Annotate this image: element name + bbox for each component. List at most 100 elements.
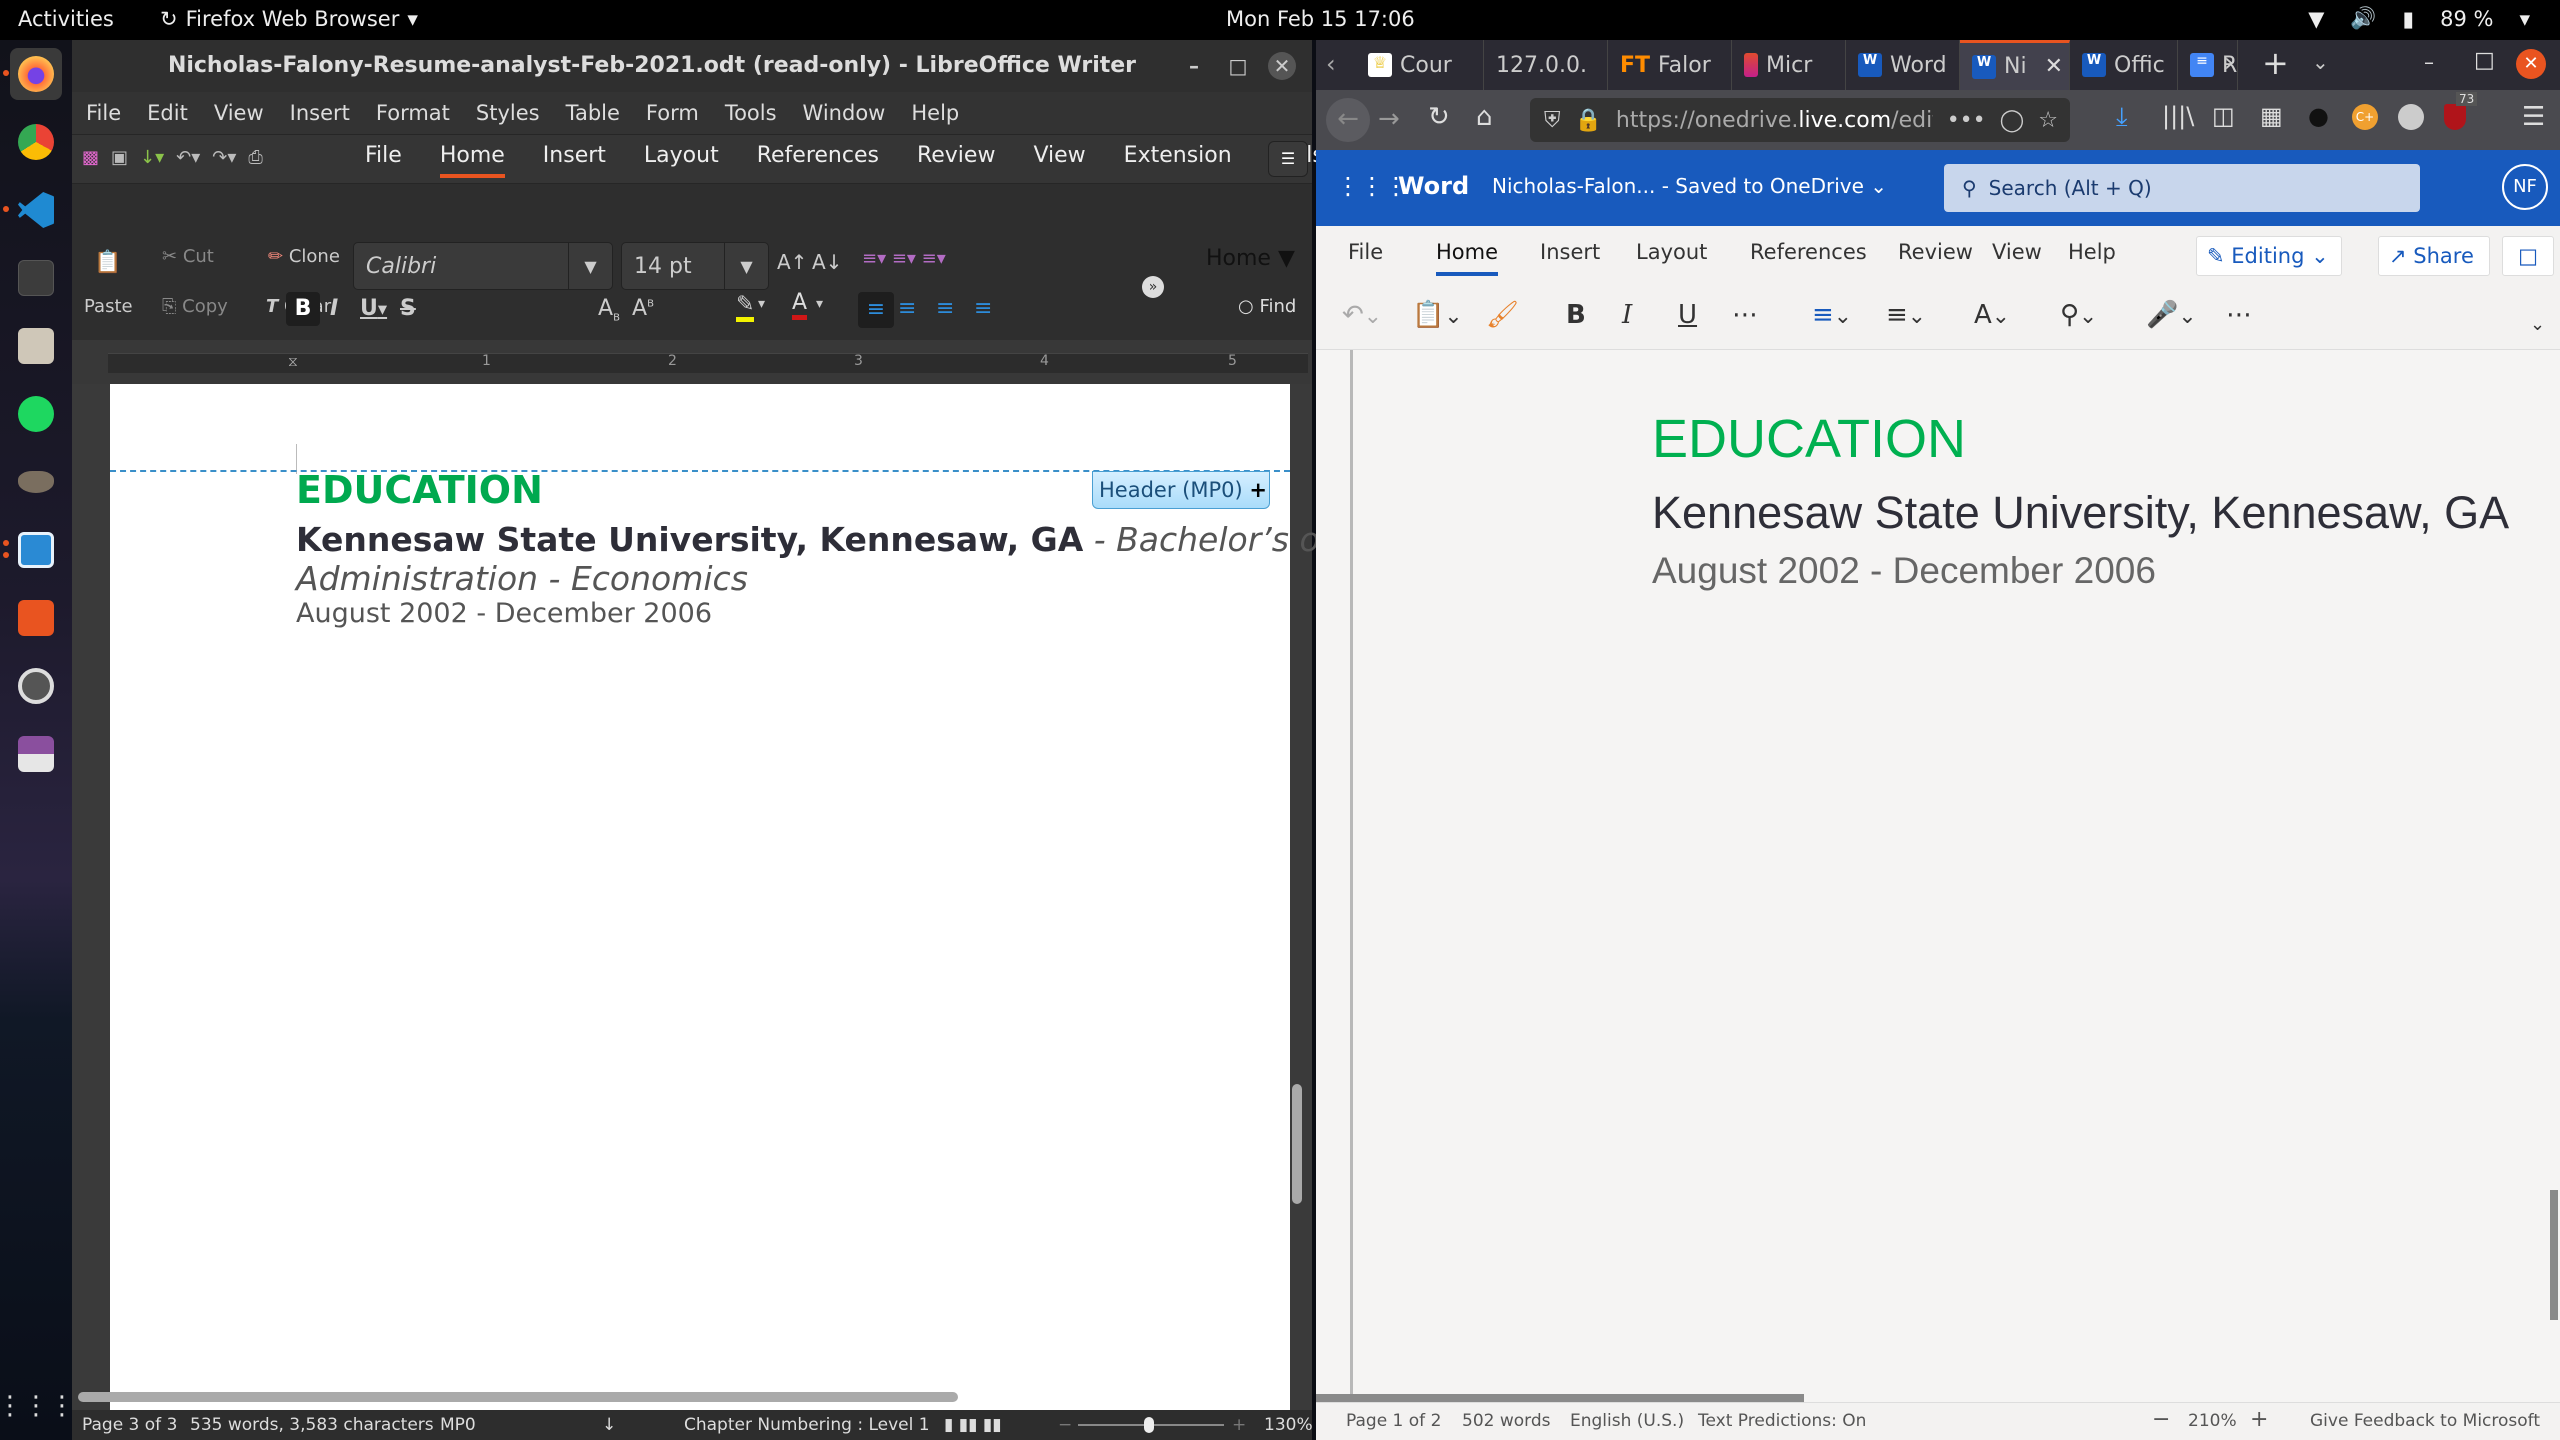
window-titlebar[interactable]: Nicholas-Falony-Resume-analyst-Feb-2021.… (72, 40, 1312, 92)
menu-table[interactable]: Table (566, 101, 620, 125)
dock-terminal[interactable] (10, 252, 62, 304)
clone-button[interactable]: ✏ Clone (268, 246, 340, 267)
zoom-in-button[interactable]: + (1232, 1415, 1246, 1435)
indent-marker[interactable]: ⧖ (288, 354, 298, 370)
list-all-tabs-button[interactable]: ⌄ (2312, 50, 2329, 74)
word-count[interactable]: 535 words, 3,583 characters (190, 1415, 434, 1435)
view-layout-icons[interactable]: ▮ ▮▮ ▮▮ (944, 1415, 1002, 1435)
editing-mode-button[interactable]: ✎ Editing ⌄ (2196, 236, 2342, 276)
zoom-in-button[interactable]: + (2250, 1407, 2268, 1432)
zoom-level[interactable]: 210% (2188, 1411, 2237, 1431)
cut-button[interactable]: ✂ Cut (162, 246, 214, 267)
word-app-name[interactable]: Word (1398, 172, 1469, 200)
vertical-scrollbar[interactable] (2550, 1190, 2558, 1320)
dock-files[interactable] (10, 320, 62, 372)
dock-firefox[interactable] (10, 48, 62, 100)
menu-file[interactable]: File (86, 101, 121, 125)
zoom-out-button[interactable]: − (2152, 1407, 2170, 1432)
align-center-button[interactable]: ≡ (898, 296, 916, 321)
find-button[interactable]: ○ Find (1238, 296, 1296, 317)
tab-review[interactable]: Review (1898, 240, 1973, 264)
styles-button[interactable]: A⌄ (1974, 300, 2010, 330)
paste-button[interactable]: Paste (84, 296, 133, 317)
copy-doc-icon[interactable]: ▣ (111, 147, 128, 168)
more-options-button[interactable]: ⋯ (2226, 300, 2252, 330)
menu-format[interactable]: Format (376, 101, 450, 125)
reload-button[interactable]: ↻ (1428, 102, 1450, 132)
tab-layout[interactable]: Layout (644, 143, 719, 178)
dock-spotify[interactable] (10, 388, 62, 440)
bullets-button[interactable]: ≡⌄ (1812, 300, 1852, 330)
browser-tab[interactable]: 127.0.0. (1484, 40, 1608, 90)
menu-help[interactable]: Help (911, 101, 959, 125)
bookmark-star-icon[interactable]: ☆ (2038, 108, 2070, 133)
format-painter-icon[interactable]: 🖌 (1486, 300, 1519, 330)
tab-layout[interactable]: Layout (1636, 240, 1707, 264)
clipboard-button[interactable]: 📋⌄ (1412, 300, 1463, 330)
scroll-tabs-left[interactable]: ‹ (1326, 50, 1336, 78)
back-button[interactable]: ← (1326, 98, 1370, 142)
tab-review[interactable]: Review (917, 143, 996, 178)
tab-view[interactable]: View (1033, 143, 1085, 178)
menu-styles[interactable]: Styles (476, 101, 540, 125)
find-button[interactable]: ⚲⌄ (2060, 300, 2097, 330)
shield-icon[interactable]: ⛨ (1544, 108, 1561, 133)
tab-insert[interactable]: Insert (543, 143, 606, 178)
undo-button[interactable]: ↶⌄ (1342, 300, 1382, 330)
italic-button[interactable]: I (1622, 300, 1632, 330)
tab-insert[interactable]: Insert (1540, 240, 1600, 264)
forward-button[interactable]: → (1378, 104, 1400, 134)
document-title[interactable]: Nicholas-Falon... - Saved to OneDrive ⌄ (1492, 174, 1887, 198)
app-menu[interactable]: ↻ Firefox Web Browser ▾ (160, 7, 418, 31)
word-count[interactable]: 502 words (1462, 1411, 1551, 1431)
shrink-font-icon[interactable]: A↓ (812, 250, 842, 274)
align-right-button[interactable]: ≡ (936, 296, 954, 321)
download-icon[interactable]: ↓▾ (140, 147, 164, 168)
dock-software[interactable] (10, 592, 62, 644)
menu-insert[interactable]: Insert (290, 101, 350, 125)
bold-button[interactable]: B (1566, 300, 1586, 330)
chevron-down-icon[interactable]: ▾ (758, 296, 765, 312)
gnome-extension-icon[interactable]: ● (2308, 102, 2329, 130)
subscript-button[interactable]: AB (598, 296, 620, 323)
library-icon[interactable]: |||\ (2162, 102, 2194, 130)
style-dropdown[interactable]: Home ▼ (1206, 246, 1295, 271)
tab-view[interactable]: View (1992, 240, 2042, 264)
browser-tab[interactable]: ♕ Cour (1356, 40, 1484, 90)
share-button[interactable]: ↗ Share (2378, 236, 2490, 276)
browser-tab[interactable]: W Word (1846, 40, 1960, 90)
clock[interactable]: Mon Feb 15 17:06 (1226, 7, 1415, 31)
redo-icon[interactable]: ↷▾ (212, 147, 236, 168)
minimize-button[interactable]: – (1180, 52, 1208, 80)
page-indicator[interactable]: Page 1 of 2 (1346, 1411, 1441, 1431)
document-page[interactable]: Header (MP0) + EDUCATION Kennesaw State … (110, 384, 1331, 1434)
tab-extension[interactable]: Extension (1124, 143, 1232, 178)
close-tab-icon[interactable]: ✕ (2045, 54, 2063, 79)
word-document-area[interactable]: EDUCATION Kennesaw State University, Ken… (1316, 350, 2560, 1410)
print-icon[interactable]: ⎙ (248, 147, 262, 168)
url-text[interactable]: https://onedrive.live.com/edit.as (1616, 108, 1933, 133)
superscript-button[interactable]: AB (632, 296, 654, 321)
activities-button[interactable]: Activities (18, 7, 114, 31)
undo-icon[interactable]: ↶▾ (176, 147, 200, 168)
avatar[interactable]: NF (2502, 164, 2548, 210)
zoom-out-button[interactable]: − (1058, 1415, 1072, 1435)
close-button[interactable]: ✕ (2516, 49, 2546, 79)
tab-home[interactable]: Home (1436, 240, 1499, 276)
font-color-button[interactable]: A (792, 290, 808, 320)
paste-icon[interactable]: 📋 (94, 250, 121, 275)
justify-button[interactable]: ≡ (974, 296, 992, 321)
minimize-button[interactable]: – (2424, 50, 2434, 74)
vertical-scrollbar[interactable] (1292, 1084, 1302, 1204)
list-bullets-icon[interactable]: ≡▾ ≡▾ ≡▾ (862, 248, 946, 269)
url-bar[interactable]: ⛨ 🔒 https://onedrive.live.com/edit.as ••… (1530, 98, 2070, 142)
expand-ribbon-icon[interactable]: » (1142, 276, 1164, 298)
font-size-combo[interactable]: 14 pt ▼ (621, 242, 769, 290)
new-tab-button[interactable]: + (2262, 44, 2289, 82)
dictate-button[interactable]: 🎤⌄ (2146, 300, 2197, 330)
search-box[interactable]: ⚲ Search (Alt + Q) (1944, 164, 2420, 212)
strikethrough-button[interactable]: S (400, 296, 416, 321)
zoom-slider-thumb[interactable] (1144, 1417, 1154, 1433)
menu-edit[interactable]: Edit (147, 101, 188, 125)
dock-libreoffice-writer[interactable] (10, 524, 62, 576)
